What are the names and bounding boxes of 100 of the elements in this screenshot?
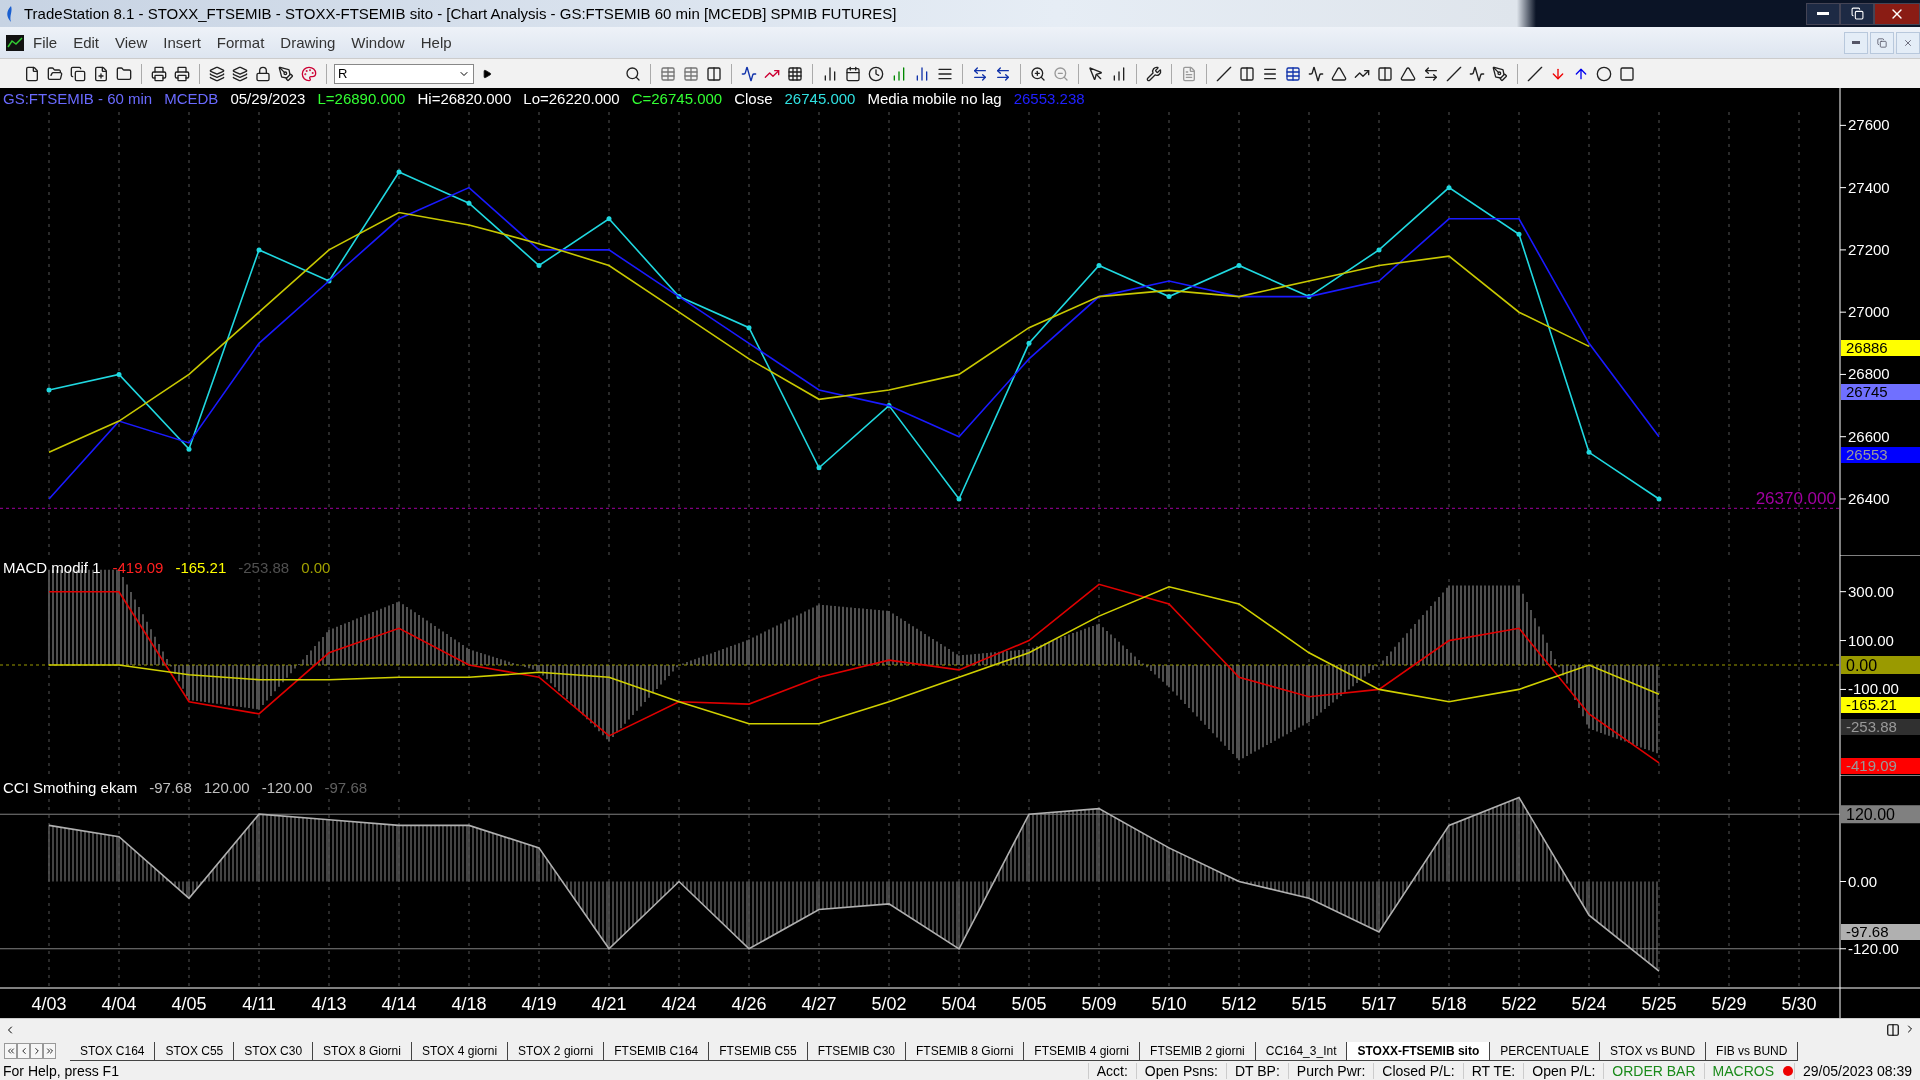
date-label: 5/10 — [1151, 994, 1187, 1014]
axis-label: -100.00 — [1848, 680, 1899, 698]
last-tab-button[interactable] — [43, 1043, 56, 1059]
axis-label: 300.00 — [1848, 582, 1894, 600]
legend-text: Hi=26820.000 — [417, 90, 512, 107]
status-field: Open Psns: — [1135, 1063, 1226, 1079]
legend-text: C=26745.000 — [631, 90, 723, 107]
minimize-button[interactable] — [1806, 2, 1840, 25]
menu-item[interactable]: Edit — [66, 32, 107, 53]
axis-label: 27400 — [1848, 178, 1890, 196]
date-label: 5/15 — [1291, 994, 1327, 1014]
previous-tab-button[interactable] — [17, 1043, 30, 1059]
chart-window-icon — [6, 34, 24, 51]
menu-item[interactable]: Insert — [156, 32, 208, 53]
sheet-tab[interactable]: STOX C164 — [70, 1041, 156, 1061]
axis-label: 26600 — [1848, 427, 1890, 445]
sheet-tab[interactable]: FTSEMIB 8 Giorni — [906, 1041, 1025, 1061]
axis-label: 27600 — [1848, 116, 1890, 134]
legend-text: GS:FTSEMIB - 60 min — [3, 90, 153, 107]
sheet-tab[interactable]: FTSEMIB 4 giorni — [1024, 1041, 1141, 1061]
marker-label: -253.88 — [1846, 718, 1897, 735]
close-icon — [1903, 37, 1913, 48]
sheet-tab[interactable]: FTSEMIB 2 giorni — [1140, 1041, 1256, 1061]
menu-item[interactable]: Help — [413, 32, 459, 53]
date-label: 4/27 — [801, 994, 837, 1014]
date-label: 5/18 — [1431, 994, 1467, 1014]
date-label: 4/13 — [311, 994, 347, 1014]
legend-text: -120.00 — [261, 779, 313, 796]
date-label: 4/14 — [381, 994, 417, 1014]
level-label: 26370.000 — [1755, 489, 1836, 509]
legend-text: Media mobile no lag — [867, 90, 1002, 107]
menu-item[interactable]: Format — [209, 32, 272, 53]
menu-item[interactable]: File — [26, 32, 65, 53]
legend-text: 0.00 — [301, 559, 331, 576]
connection-dot-icon — [1782, 1065, 1794, 1077]
date-label: 5/24 — [1571, 994, 1607, 1014]
sheet-tab[interactable]: STOX vs BUND — [1599, 1041, 1707, 1061]
menu-item[interactable]: Window — [344, 32, 412, 53]
status-field: Closed P/L: — [1373, 1063, 1463, 1079]
restore-button[interactable] — [1840, 2, 1874, 25]
sheet-tab[interactable]: STOX C30 — [234, 1041, 314, 1061]
legend-text: Lo=26220.000 — [523, 90, 620, 107]
sheet-tab[interactable]: CC164_3_Int — [1255, 1041, 1348, 1061]
ref-line-label: 120.00 — [1846, 806, 1896, 824]
sheet-tab[interactable]: STOX 2 giorni — [508, 1041, 605, 1061]
marker-label: -97.68 — [1846, 923, 1889, 940]
first-tab-button[interactable] — [4, 1043, 17, 1059]
legend-text: MCEDB — [164, 90, 219, 107]
legend-text: -419.09 — [112, 559, 164, 576]
legend-text: -165.21 — [175, 559, 227, 576]
help-text: For Help, press F1 — [2, 1063, 120, 1079]
close-button[interactable] — [1874, 2, 1920, 25]
sheet-tab[interactable]: STOX 8 Giorni — [313, 1041, 412, 1061]
date-label: 4/26 — [731, 994, 767, 1014]
marker-label: 26745 — [1846, 383, 1888, 400]
legend-text: MACD modif 1 — [3, 559, 101, 576]
sheet-tab[interactable]: FTSEMIB C55 — [709, 1041, 808, 1061]
legend-text: L=26890.000 — [317, 90, 406, 107]
status-field: Open P/L: — [1523, 1063, 1604, 1079]
date-label: 5/30 — [1781, 994, 1817, 1014]
axis-label: 0.00 — [1848, 872, 1878, 890]
axis-label: 26400 — [1848, 489, 1890, 507]
sheet-tab[interactable]: FIB vs BUND — [1706, 1041, 1799, 1061]
status-field: Purch Pwr: — [1287, 1063, 1374, 1079]
date-label: 4/19 — [521, 994, 557, 1014]
date-label: 4/21 — [591, 994, 627, 1014]
legend-text: 26553.238 — [1013, 90, 1085, 107]
status-field: DT BP: — [1225, 1063, 1288, 1079]
date-label: 5/12 — [1221, 994, 1257, 1014]
window-title: TradeStation 8.1 - STOXX_FTSEMIB - STOXX-FTSEMIB sito - [Chart Analysis - GS:FTSEMIB 60 min [MCEDB] SPMIB FUTURES] — [24, 5, 898, 22]
last-icon — [44, 1046, 55, 1056]
symbol-combo[interactable]: R — [334, 63, 474, 84]
restore-icon — [1850, 7, 1864, 20]
legend-text: -97.68 — [149, 779, 192, 796]
sheet-tab[interactable]: STOX C55 — [155, 1041, 235, 1061]
date-label: 4/04 — [101, 994, 137, 1014]
legend-text: -253.88 — [238, 559, 290, 576]
date-label: 5/09 — [1081, 994, 1117, 1014]
status-field: RT TE: — [1462, 1063, 1524, 1079]
date-label: 4/18 — [451, 994, 487, 1014]
menu-item[interactable]: Drawing — [273, 32, 343, 53]
sheet-tab[interactable]: PERCENTUALE — [1490, 1041, 1600, 1061]
date-label: 4/03 — [31, 994, 67, 1014]
sheet-tab[interactable]: STOXX-FTSEMIB sito — [1347, 1041, 1491, 1061]
date-label: 4/05 — [171, 994, 207, 1014]
legend-text: Close — [734, 90, 773, 107]
menu-item[interactable]: View — [108, 32, 155, 53]
axis-label: 27200 — [1848, 240, 1890, 258]
date-label: 4/11 — [242, 994, 276, 1014]
sheet-tab[interactable]: FTSEMIB C164 — [604, 1041, 710, 1061]
status-clock: 29/05/2023 08:39 — [1794, 1063, 1920, 1079]
date-label: 5/02 — [871, 994, 907, 1014]
level-marker: 120.00 — [1841, 805, 1920, 824]
marker-label: 26553 — [1846, 446, 1888, 463]
status-link[interactable]: ORDER BAR — [1603, 1063, 1704, 1079]
axis-label: 26800 — [1848, 365, 1890, 383]
sheet-tab[interactable]: FTSEMIB C30 — [807, 1041, 906, 1061]
status-link[interactable]: MACROS — [1703, 1063, 1782, 1079]
sheet-tab[interactable]: STOX 4 giorni — [411, 1041, 509, 1061]
next-tab-button[interactable] — [30, 1043, 43, 1059]
